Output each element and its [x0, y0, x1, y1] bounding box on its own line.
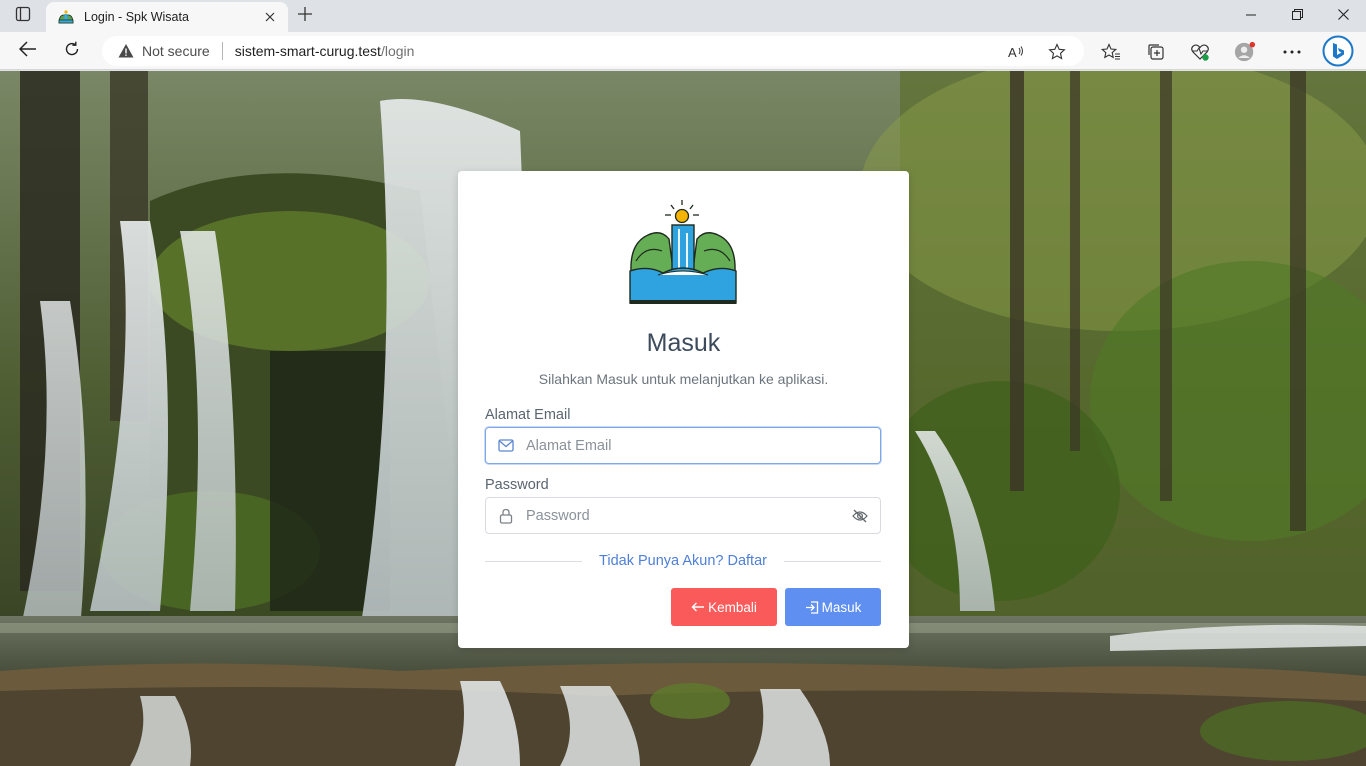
read-aloud-icon[interactable]: A	[1008, 43, 1026, 61]
plus-icon	[298, 6, 312, 26]
refresh-button[interactable]	[58, 37, 86, 65]
address-separator	[221, 42, 223, 60]
email-input[interactable]	[526, 429, 880, 462]
address-bar[interactable]: Not secure sistem-smart-curug.test /logi…	[102, 36, 1084, 66]
divider-line	[783, 560, 882, 562]
favorites-icon[interactable]	[1100, 41, 1122, 63]
page-title: Masuk	[646, 329, 721, 357]
login-button[interactable]: Masuk	[785, 588, 881, 626]
warning-icon[interactable]	[118, 43, 134, 59]
url-path: /login	[380, 43, 415, 59]
url-host: sistem-smart-curug.test	[234, 43, 381, 59]
star-icon[interactable]	[1048, 43, 1066, 61]
minimize-icon	[1246, 7, 1256, 25]
page-viewport: Masuk Silahkan Masuk untuk melanjutkan k…	[0, 71, 1366, 766]
password-field[interactable]	[485, 497, 881, 534]
security-label[interactable]: Not secure	[142, 43, 210, 59]
email-field[interactable]	[485, 427, 881, 464]
profile-icon[interactable]	[1234, 41, 1256, 63]
back-arrow-icon	[18, 40, 37, 62]
close-window-button[interactable]	[1320, 0, 1366, 32]
login-button-label: Masuk	[821, 599, 862, 615]
divider-line	[485, 560, 583, 562]
refresh-icon	[64, 41, 80, 62]
tab-actions-button[interactable]	[12, 6, 34, 27]
password-label: Password	[485, 477, 549, 493]
tab-title: Login - Spk Wisata	[84, 10, 189, 24]
restore-icon	[1291, 7, 1303, 25]
mail-icon	[486, 428, 526, 463]
back-button[interactable]: Kembali	[671, 588, 777, 626]
register-link[interactable]: Tidak Punya Akun? Daftar	[582, 553, 784, 569]
minimize-button[interactable]	[1228, 0, 1274, 32]
arrow-left-icon	[691, 602, 705, 612]
restore-button[interactable]	[1274, 0, 1320, 32]
eye-off-icon[interactable]	[840, 498, 880, 533]
password-input[interactable]	[526, 499, 840, 532]
lock-icon	[486, 498, 526, 533]
more-icon[interactable]	[1281, 41, 1303, 63]
bing-icon[interactable]	[1322, 35, 1354, 67]
close-icon	[1337, 7, 1349, 25]
close-icon[interactable]	[262, 9, 278, 25]
back-button-label: Kembali	[708, 599, 757, 615]
email-label: Alamat Email	[485, 407, 571, 423]
svg-text:A: A	[1008, 45, 1017, 60]
login-card: Masuk Silahkan Masuk untuk melanjutkan k…	[458, 171, 909, 648]
new-tab-button[interactable]	[294, 6, 316, 26]
collections-icon[interactable]	[1145, 41, 1167, 63]
page-subtitle: Silahkan Masuk untuk melanjutkan ke apli…	[538, 371, 829, 387]
performance-icon[interactable]	[1189, 41, 1211, 63]
tab-bar: Login - Spk Wisata	[0, 0, 1366, 32]
login-icon	[805, 600, 819, 614]
waterfall-logo	[629, 200, 737, 304]
back-button[interactable]	[14, 37, 42, 65]
sidebar-icon	[15, 6, 31, 27]
register-divider: Tidak Punya Akun? Daftar	[485, 551, 882, 571]
browser-tab[interactable]: Login - Spk Wisata	[46, 2, 288, 32]
favicon-icon	[58, 9, 74, 25]
browser-toolbar: Not secure sistem-smart-curug.test /logi…	[0, 32, 1366, 70]
